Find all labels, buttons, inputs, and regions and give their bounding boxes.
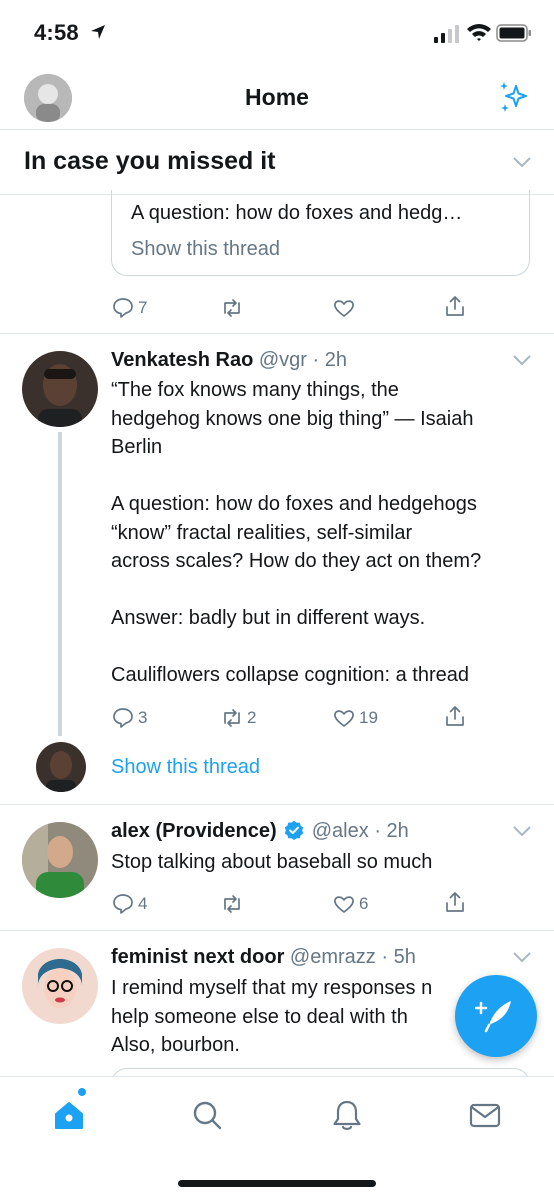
mail-icon[interactable]	[468, 1098, 502, 1132]
retweet-icon	[224, 299, 240, 317]
retweet-button[interactable]: 2	[220, 706, 256, 730]
like-count: 19	[359, 708, 378, 727]
tweet-line: “The fox knows many things, the	[111, 379, 399, 401]
compose-tweet-button[interactable]	[455, 975, 537, 1057]
quoted-tweet-text: A question: how do foxes and hedg…	[131, 202, 463, 224]
reply-button[interactable]: 3	[111, 706, 147, 730]
like-button[interactable]	[332, 296, 356, 320]
share-icon	[446, 892, 464, 912]
reply-count: 3	[138, 708, 148, 727]
reply-count: 4	[138, 894, 148, 913]
verified-badge-icon	[284, 820, 304, 840]
share-button[interactable]	[443, 890, 467, 914]
retweet-icon	[224, 895, 240, 913]
retweet-button[interactable]	[220, 296, 244, 320]
reply-count: 7	[138, 298, 148, 317]
like-button[interactable]: 6	[332, 892, 368, 916]
location-arrow-icon	[91, 25, 105, 39]
tweet-line: Answer: badly but in different ways.	[111, 607, 426, 629]
tweet-body: Stop talking about baseball so much	[111, 851, 433, 873]
author-handle[interactable]: @emrazz	[290, 946, 376, 968]
avatar-venkatesh-small[interactable]	[36, 742, 86, 792]
clock: 4:58	[34, 20, 79, 45]
tweet-header: Venkatesh Rao @vgr · 2h	[111, 349, 347, 372]
divider	[0, 333, 554, 334]
sparkle-icon[interactable]	[496, 80, 530, 114]
retweet-button[interactable]	[220, 892, 244, 916]
divider	[0, 804, 554, 805]
tweet-line: across scales? How do they act on them?	[111, 550, 482, 572]
like-icon	[334, 300, 354, 317]
share-button[interactable]	[443, 704, 467, 728]
like-icon	[334, 710, 354, 727]
signal-icon	[434, 25, 459, 43]
tweet-line: Cauliflowers collapse cognition: a threa…	[111, 664, 469, 686]
bell-icon[interactable]	[330, 1098, 364, 1132]
tweet-header: alex (Providence) @alex · 2h	[111, 820, 409, 843]
notification-dot	[78, 1088, 86, 1096]
like-button[interactable]: 19	[332, 706, 378, 730]
author-handle[interactable]: @vgr	[259, 349, 307, 371]
like-icon	[334, 896, 354, 913]
chevron-down-icon[interactable]	[513, 952, 531, 962]
divider	[0, 930, 554, 931]
tweet-time: · 2h	[374, 820, 409, 842]
tweet-header: feminist next door @emrazz · 5h	[111, 946, 416, 969]
reply-icon	[113, 708, 133, 728]
compose-icon	[475, 1001, 511, 1033]
quoted-show-thread-link[interactable]: Show this thread	[131, 238, 280, 261]
avatar-emrazz[interactable]	[22, 948, 98, 1024]
tweet-line: hedgehog knows one big thing” — Isaiah	[111, 407, 474, 430]
search-icon[interactable]	[190, 1098, 224, 1132]
tweet-time: · 2h	[312, 349, 347, 371]
avatar-venkatesh[interactable]	[22, 351, 98, 427]
show-thread-link[interactable]: Show this thread	[111, 756, 260, 779]
author-name[interactable]: Venkatesh Rao	[111, 349, 253, 371]
tweet-line: A question: how do foxes and hedgehogs	[111, 493, 477, 515]
tweet-time: · 5h	[381, 946, 416, 968]
share-button[interactable]	[443, 294, 467, 318]
battery-icon	[496, 24, 531, 42]
home-icon[interactable]	[52, 1098, 86, 1132]
reply-icon	[113, 894, 133, 914]
avatar-alex[interactable]	[22, 822, 98, 898]
chevron-down-icon[interactable]	[513, 826, 531, 836]
reply-icon	[113, 298, 133, 318]
chevron-down-icon[interactable]	[513, 157, 531, 167]
thread-connector	[58, 432, 62, 736]
tweet-line: Berlin	[111, 436, 163, 458]
page-title: Home	[245, 84, 309, 110]
status-bar: 4:58	[0, 0, 554, 64]
share-icon	[446, 706, 464, 726]
author-name[interactable]: feminist next door	[111, 946, 284, 968]
author-handle[interactable]: @alex	[312, 820, 369, 842]
wifi-icon	[467, 24, 491, 41]
reply-button[interactable]: 7	[111, 296, 147, 320]
chevron-down-icon[interactable]	[513, 355, 531, 365]
icymi-title: In case you missed it	[24, 147, 276, 175]
like-count: 6	[359, 894, 369, 913]
reply-button[interactable]: 4	[111, 892, 147, 916]
retweet-count: 2	[247, 708, 257, 727]
share-icon	[446, 296, 464, 316]
retweet-icon	[224, 709, 240, 727]
tweet-body: “The fox knows many things, the hedgehog…	[111, 376, 541, 690]
tweet-line: “know” fractal realities, self-similar	[111, 521, 413, 544]
author-name[interactable]: alex (Providence)	[111, 820, 277, 842]
home-indicator[interactable]	[178, 1180, 376, 1187]
